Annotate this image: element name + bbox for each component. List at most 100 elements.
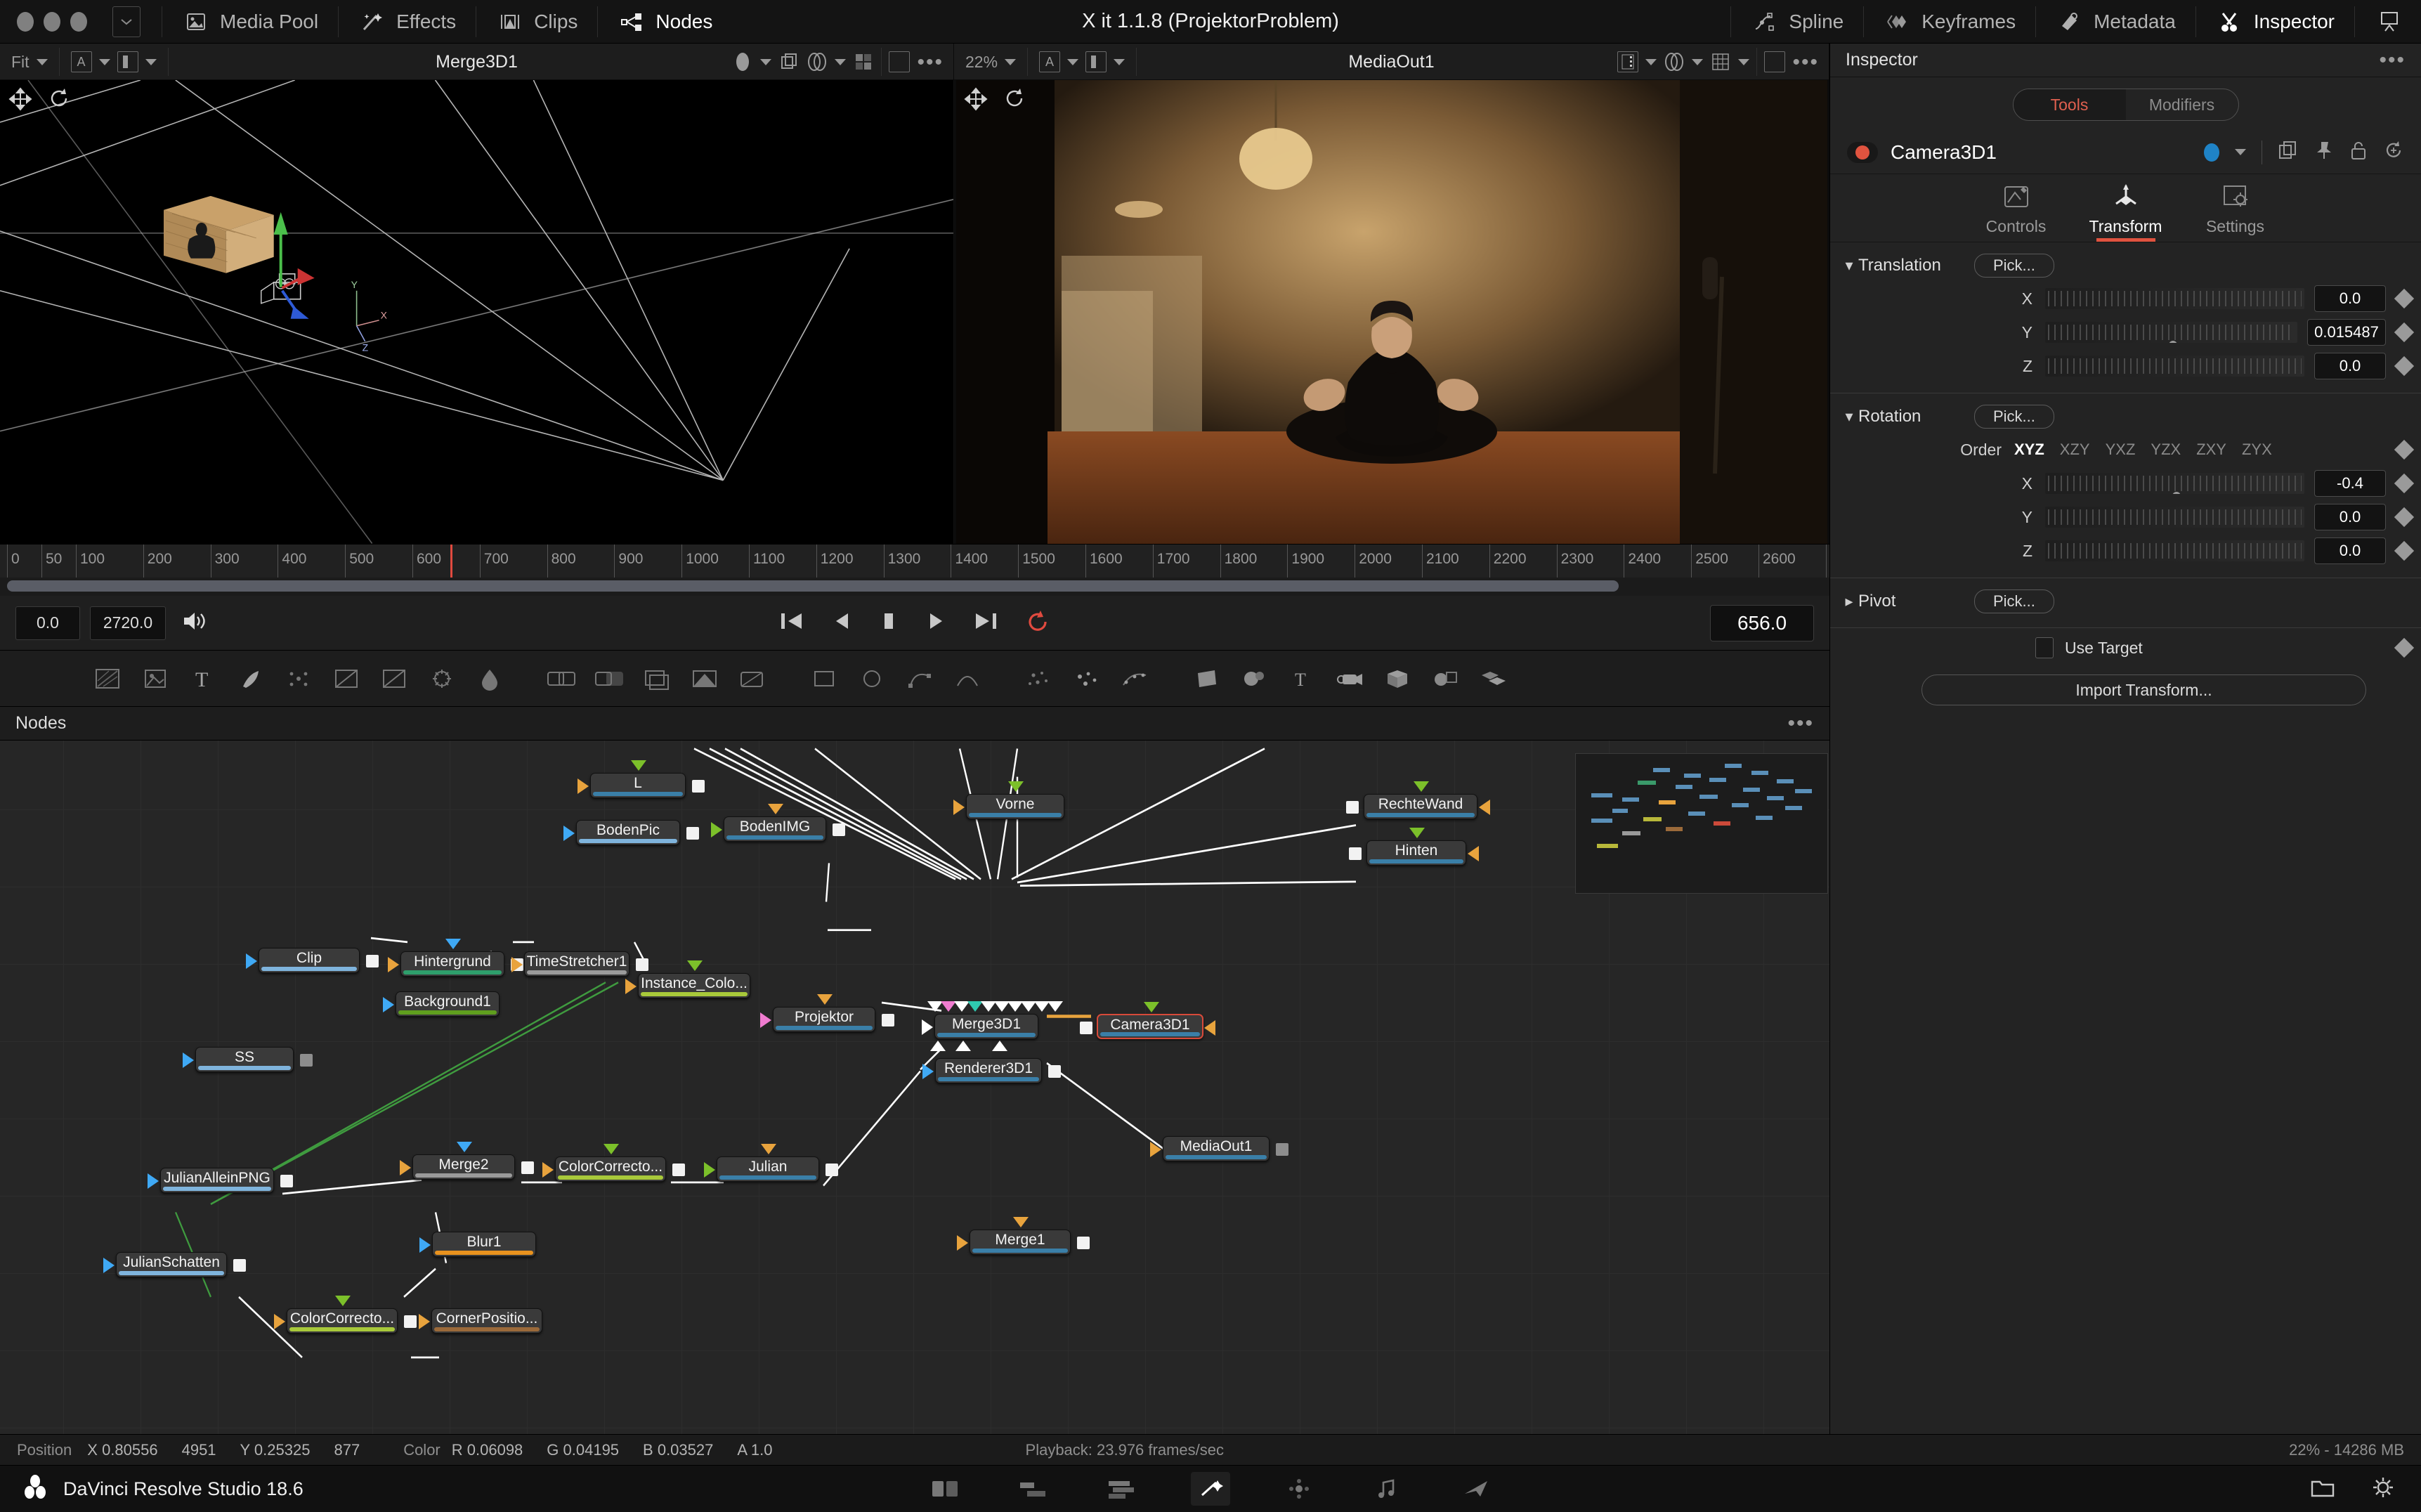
- image-plane3d-icon[interactable]: [1190, 665, 1222, 693]
- window-traffic-lights[interactable]: [0, 11, 87, 32]
- viewer-a-zoom[interactable]: Fit: [0, 44, 59, 80]
- tab-modifiers[interactable]: Modifiers: [2126, 89, 2238, 120]
- node-top-port[interactable]: [1409, 828, 1425, 838]
- pan-move-icon[interactable]: [8, 87, 32, 115]
- node-input-port[interactable]: [388, 957, 399, 972]
- merge3d-input-port[interactable]: [1048, 1001, 1063, 1012]
- keyframes-button[interactable]: Keyframes: [1865, 0, 2034, 44]
- node-output-port[interactable]: [833, 823, 845, 836]
- fusion-page-button[interactable]: [1191, 1472, 1230, 1506]
- rotation-y-slider[interactable]: [2045, 507, 2304, 528]
- chevron-down-icon[interactable]: [2235, 149, 2246, 155]
- node-top-port[interactable]: [1013, 1217, 1029, 1227]
- node-background1[interactable]: Background1: [383, 991, 500, 1017]
- bspline-mask-icon[interactable]: [951, 665, 984, 693]
- timeline-scrollbar[interactable]: [7, 580, 1619, 592]
- last-frame-button[interactable]: [972, 610, 999, 636]
- copy-layers-icon[interactable]: [778, 51, 800, 72]
- node-input-port[interactable]: [1468, 846, 1479, 861]
- colorcorrector-tool-icon[interactable]: [426, 665, 458, 693]
- spline-button[interactable]: Spline: [1732, 0, 1862, 44]
- node-input-port[interactable]: [922, 1019, 933, 1035]
- rotation-x-keyframe-button[interactable]: [2394, 473, 2415, 494]
- node-julianalleinpng[interactable]: JulianAlleinPNG: [148, 1168, 293, 1193]
- brush-tool-icon[interactable]: [235, 665, 267, 693]
- node-top-port[interactable]: [1008, 781, 1024, 792]
- current-frame-field[interactable]: 656.0: [1710, 604, 1814, 641]
- rotation-order-yzx[interactable]: YZX: [2151, 441, 2181, 459]
- translation-z-slider[interactable]: [2045, 356, 2304, 377]
- quad-layout-icon[interactable]: [853, 51, 874, 72]
- copy-icon[interactable]: [2278, 140, 2299, 164]
- viewer-a-3d-viewport[interactable]: Y X Z: [0, 80, 954, 544]
- polygon-mask-icon[interactable]: [903, 665, 936, 693]
- film-strip-icon[interactable]: [1617, 51, 1639, 72]
- chevron-down-icon[interactable]: [1645, 58, 1657, 65]
- playhead[interactable]: [450, 545, 452, 578]
- node-output-port[interactable]: [672, 1164, 685, 1176]
- translation-z-keyframe-button[interactable]: [2394, 356, 2415, 377]
- tab-transform[interactable]: Transform: [2084, 183, 2168, 242]
- fairlight-page-button[interactable]: [1368, 1472, 1407, 1506]
- translation-y-keyframe-button[interactable]: [2394, 322, 2415, 343]
- step-back-button[interactable]: [832, 610, 853, 636]
- first-frame-button[interactable]: [778, 610, 805, 636]
- maximize-window-button[interactable]: [70, 11, 87, 32]
- viewer-b-gizmo-tools[interactable]: [964, 87, 1026, 115]
- node-output-port[interactable]: [1048, 1065, 1061, 1078]
- tab-settings[interactable]: Settings: [2193, 183, 2278, 242]
- lock-icon[interactable]: [2349, 140, 2368, 164]
- node-input-port[interactable]: [148, 1173, 159, 1189]
- node-hinten[interactable]: Hinten: [1349, 828, 1479, 866]
- chevron-down-icon[interactable]: [835, 58, 847, 65]
- pivot-header[interactable]: ▸ Pivot Pick...: [1830, 585, 2421, 618]
- rotation-y-value[interactable]: 0.0: [2314, 504, 2386, 530]
- mask-tool-icon[interactable]: [330, 665, 363, 693]
- effects-button[interactable]: Effects: [340, 0, 474, 44]
- play-button[interactable]: [925, 610, 946, 636]
- translation-x-keyframe-button[interactable]: [2394, 288, 2415, 309]
- node-merge1[interactable]: Merge1: [957, 1217, 1090, 1255]
- nodes-button[interactable]: Nodes: [599, 0, 731, 44]
- viewer-a-gizmo-tools[interactable]: [8, 87, 70, 115]
- media-pool-button[interactable]: Media Pool: [164, 0, 337, 44]
- dissolve-tool-icon[interactable]: [593, 665, 625, 693]
- node-top-port[interactable]: [817, 994, 833, 1005]
- particle-render-icon[interactable]: [1071, 665, 1103, 693]
- node-colorcorrecto[interactable]: ColorCorrecto...: [542, 1144, 685, 1182]
- node-julianschatten[interactable]: JulianSchatten: [103, 1252, 246, 1277]
- rotation-order-keyframe-button[interactable]: [2394, 439, 2415, 460]
- node-output-port[interactable]: [1349, 847, 1362, 860]
- node-colorcorrecto[interactable]: ColorCorrecto...: [274, 1296, 417, 1334]
- chevron-down-icon[interactable]: [145, 58, 157, 65]
- viewer-a-channel[interactable]: A: [60, 44, 168, 80]
- keyer-tool-icon[interactable]: [689, 665, 721, 693]
- close-window-button[interactable]: [17, 11, 34, 32]
- use-target-keyframe-button[interactable]: [2394, 637, 2415, 658]
- node-vorne[interactable]: Vorne: [953, 781, 1064, 819]
- node-output-port[interactable]: [300, 1054, 313, 1067]
- node-output-port[interactable]: [882, 1014, 894, 1027]
- node-ss[interactable]: SS: [183, 1047, 313, 1072]
- venn-ab-icon[interactable]: [807, 51, 828, 72]
- rotation-order-zxy[interactable]: ZXY: [2196, 441, 2226, 459]
- node-output-port[interactable]: [366, 955, 379, 967]
- alpha-channel-icon[interactable]: A: [70, 51, 92, 72]
- tab-controls[interactable]: Controls: [1974, 183, 2058, 242]
- rotation-y-keyframe-button[interactable]: [2394, 507, 2415, 528]
- particles-tool-icon[interactable]: [282, 665, 315, 693]
- node-projektor[interactable]: Projektor: [760, 994, 894, 1032]
- viewer-b-fullframe-icon[interactable]: [1764, 51, 1786, 72]
- node-input-port[interactable]: [704, 1162, 715, 1178]
- translation-y-value[interactable]: 0.015487: [2307, 319, 2386, 346]
- chevron-down-icon[interactable]: [1114, 58, 1125, 65]
- pin-icon[interactable]: [2314, 140, 2334, 164]
- camera3d-icon[interactable]: [1333, 665, 1366, 693]
- node-input-port[interactable]: [183, 1052, 194, 1068]
- merge3d-output-port[interactable]: [930, 1041, 946, 1051]
- chevron-down-icon[interactable]: [1738, 58, 1750, 65]
- rotation-pick-button[interactable]: Pick...: [1974, 405, 2054, 429]
- particle-spawn-icon[interactable]: [1118, 665, 1151, 693]
- chevron-down-icon[interactable]: [1692, 58, 1704, 65]
- node-bodenpic[interactable]: BodenPic: [563, 820, 699, 845]
